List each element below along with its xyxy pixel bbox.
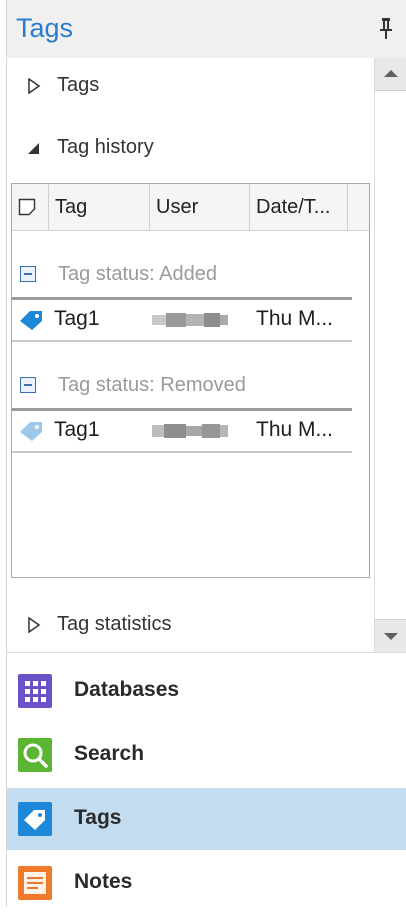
nav-item-notes[interactable]: Notes: [7, 852, 406, 914]
group-row-added[interactable]: Tag status: Added: [12, 259, 369, 291]
section-tags-label: Tags: [57, 74, 100, 96]
column-header-user[interactable]: User: [150, 184, 250, 230]
collapse-group-icon[interactable]: [20, 377, 36, 393]
panel-header: Tags: [7, 0, 406, 58]
group-title-added: Tag status: Added: [58, 263, 218, 285]
column-header-date-label: Date/T...: [256, 196, 331, 218]
group-row-removed[interactable]: Tag status: Removed: [12, 370, 369, 402]
scroll-track[interactable]: [375, 91, 406, 619]
table-row[interactable]: Tag1 Thu M...: [12, 297, 352, 342]
nav-separator: [7, 652, 406, 653]
expand-right-icon: [28, 617, 41, 633]
row-date: Thu M...: [256, 418, 334, 441]
nav-item-search[interactable]: Search: [7, 724, 406, 786]
collapse-down-icon: [28, 143, 39, 154]
scroll-up-icon: [384, 70, 398, 77]
tags-icon: [18, 802, 52, 836]
scroll-up-button[interactable]: [375, 58, 406, 91]
nav-item-notes-label: Notes: [74, 870, 133, 893]
column-header-tag[interactable]: Tag: [49, 184, 150, 230]
nav-item-databases-label: Databases: [74, 678, 180, 701]
tag-added-icon: [20, 311, 42, 330]
section-tag-history[interactable]: Tag history: [7, 130, 367, 166]
section-tag-history-label: Tag history: [57, 136, 154, 158]
nav-item-tags-label: Tags: [74, 806, 122, 829]
scroll-down-icon: [384, 633, 398, 640]
panel-title: Tags: [16, 13, 74, 43]
section-tags[interactable]: Tags: [7, 68, 367, 104]
scroll-down-button[interactable]: [375, 619, 406, 652]
section-tag-statistics-label: Tag statistics: [57, 613, 172, 635]
nav-item-tags[interactable]: Tags: [7, 788, 406, 850]
section-tag-statistics[interactable]: Tag statistics: [7, 607, 367, 643]
column-header-tag-label: Tag: [55, 196, 88, 218]
column-header-user-label: User: [156, 196, 199, 218]
tag-removed-icon: [20, 422, 42, 441]
column-header-date[interactable]: Date/T...: [250, 184, 348, 230]
redacted-user: [152, 313, 228, 327]
vertical-scrollbar[interactable]: [374, 58, 406, 652]
expand-right-icon: [28, 78, 41, 94]
grid-header: Tag User Date/T...: [12, 184, 369, 231]
nav-item-search-label: Search: [74, 742, 145, 765]
pin-icon[interactable]: [378, 16, 394, 40]
tags-panel: Tags Tags Tag history Tag User Date/T...…: [0, 0, 406, 907]
redacted-user: [152, 424, 228, 438]
checkbox-icon: [18, 198, 36, 216]
nav-item-databases[interactable]: Databases: [7, 660, 406, 722]
databases-icon: [18, 674, 52, 708]
search-icon: [18, 738, 52, 772]
notes-icon: [18, 866, 52, 900]
row-tag-name: Tag1: [54, 307, 100, 330]
group-title-removed: Tag status: Removed: [58, 374, 246, 396]
table-row[interactable]: Tag1 Thu M...: [12, 408, 352, 453]
tag-history-grid: Tag User Date/T... Tag status: Added Tag…: [11, 183, 370, 578]
select-all-column[interactable]: [12, 184, 49, 230]
collapse-group-icon[interactable]: [20, 266, 36, 282]
row-date: Thu M...: [256, 307, 334, 330]
row-tag-name: Tag1: [54, 418, 100, 441]
